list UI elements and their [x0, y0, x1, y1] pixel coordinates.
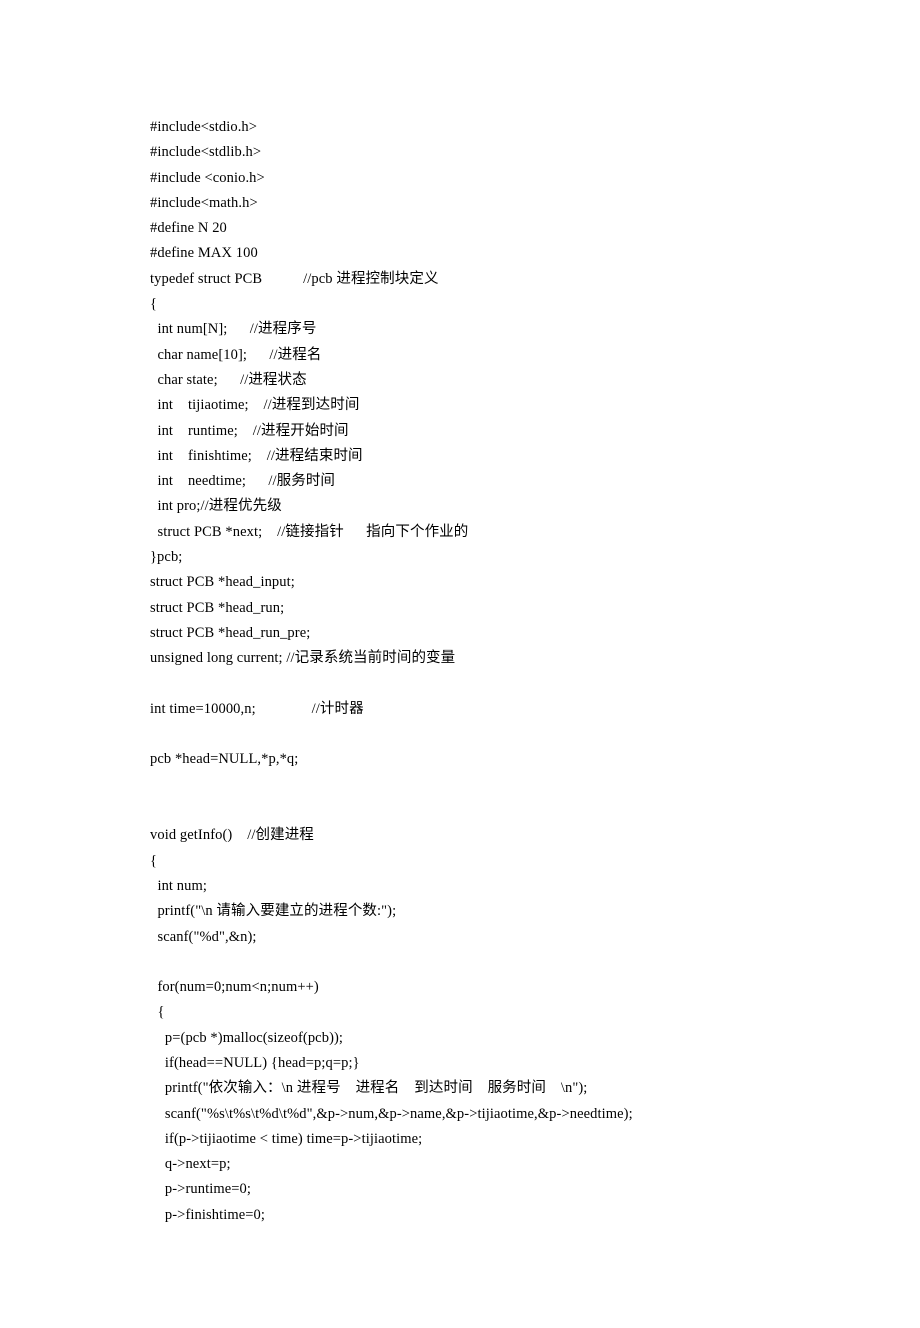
code-line: struct PCB *head_run; [150, 596, 770, 621]
code-line: int tijiaotime; //进程到达时间 [150, 393, 770, 418]
code-line: int num[N]; //进程序号 [150, 317, 770, 342]
code-line: p=(pcb *)malloc(sizeof(pcb)); [150, 1026, 770, 1051]
code-line: int num; [150, 874, 770, 899]
code-line: struct PCB *next; //链接指针 指向下个作业的 [150, 520, 770, 545]
code-line: int time=10000,n; //计时器 [150, 697, 770, 722]
code-line [150, 672, 770, 697]
code-line: { [150, 292, 770, 317]
code-line: int runtime; //进程开始时间 [150, 419, 770, 444]
code-line: { [150, 1000, 770, 1025]
code-line: typedef struct PCB //pcb 进程控制块定义 [150, 267, 770, 292]
code-line: void getInfo() //创建进程 [150, 823, 770, 848]
code-line: if(p->tijiaotime < time) time=p->tijiaot… [150, 1127, 770, 1152]
code-line: int pro;//进程优先级 [150, 494, 770, 519]
code-line: printf("\n 请输入要建立的进程个数:"); [150, 899, 770, 924]
code-block: #include<stdio.h>#include<stdlib.h>#incl… [150, 115, 770, 1228]
code-line: for(num=0;num<n;num++) [150, 975, 770, 1000]
code-line: scanf("%s\t%s\t%d\t%d",&p->num,&p->name,… [150, 1102, 770, 1127]
code-line: pcb *head=NULL,*p,*q; [150, 747, 770, 772]
code-line [150, 798, 770, 823]
code-line [150, 773, 770, 798]
code-line: #include<math.h> [150, 191, 770, 216]
code-line: #include <conio.h> [150, 166, 770, 191]
code-line: printf("依次输入：\n 进程号 进程名 到达时间 服务时间 \n"); [150, 1076, 770, 1101]
code-line: char name[10]; //进程名 [150, 343, 770, 368]
code-line: scanf("%d",&n); [150, 925, 770, 950]
code-line: p->runtime=0; [150, 1177, 770, 1202]
code-line: #define MAX 100 [150, 241, 770, 266]
code-line: { [150, 849, 770, 874]
code-line: #include<stdio.h> [150, 115, 770, 140]
code-line: int finishtime; //进程结束时间 [150, 444, 770, 469]
code-line [150, 950, 770, 975]
code-line: int needtime; //服务时间 [150, 469, 770, 494]
code-line: if(head==NULL) {head=p;q=p;} [150, 1051, 770, 1076]
code-line: struct PCB *head_input; [150, 570, 770, 595]
code-line: char state; //进程状态 [150, 368, 770, 393]
code-line: #define N 20 [150, 216, 770, 241]
code-line: #include<stdlib.h> [150, 140, 770, 165]
document-page: #include<stdio.h>#include<stdlib.h>#incl… [0, 0, 920, 1328]
code-line: unsigned long current; //记录系统当前时间的变量 [150, 646, 770, 671]
code-line: }pcb; [150, 545, 770, 570]
code-line [150, 722, 770, 747]
code-line: struct PCB *head_run_pre; [150, 621, 770, 646]
code-line: p->finishtime=0; [150, 1203, 770, 1228]
code-line: q->next=p; [150, 1152, 770, 1177]
